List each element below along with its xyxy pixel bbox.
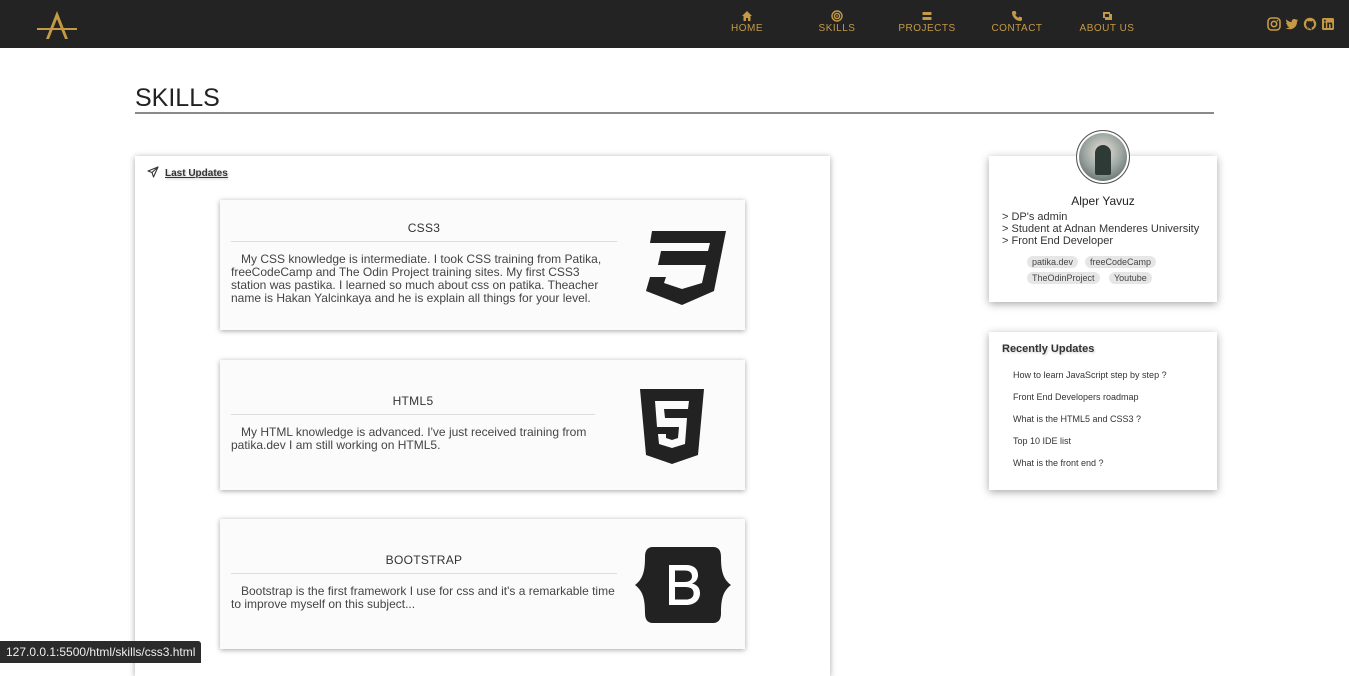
nav-about-us[interactable]: ABOUT US (1062, 10, 1152, 34)
skill-description: My CSS knowledge is intermediate. I took… (231, 252, 602, 305)
skill-title: BOOTSTRAP (231, 553, 617, 574)
skill-card-css3[interactable]: CSS3 My CSS knowledge is intermediate. I… (220, 200, 745, 330)
avatar-figure (1095, 145, 1111, 175)
nav-home-label: HOME (731, 23, 763, 34)
recent-updates-title: Recently Updates (1002, 343, 1095, 355)
nav-contact-label: CONTACT (991, 23, 1043, 34)
twitter-icon[interactable] (1285, 17, 1299, 31)
layers-icon (882, 10, 972, 22)
page-title: SKILLS (135, 84, 220, 112)
recent-update-link[interactable]: What is the front end ? (1013, 458, 1104, 468)
skill-description: Bootstrap is the first framework I use f… (231, 584, 615, 611)
skill-card-bootstrap[interactable]: BOOTSTRAP Bootstrap is the first framewo… (220, 519, 745, 649)
top-navbar: HOME SKILLS PROJECTS CONTACT ABOUT US (0, 0, 1349, 48)
tag-patika[interactable]: patika.dev (1027, 256, 1079, 268)
site-logo[interactable] (36, 9, 78, 41)
recent-update-link[interactable]: What is the HTML5 and CSS3 ? (1013, 414, 1141, 424)
tag-theodinproject[interactable]: TheOdinProject (1027, 272, 1100, 284)
nav-skills[interactable]: SKILLS (792, 10, 882, 34)
profile-line: > DP's admin (1002, 211, 1068, 223)
status-bar-url: 127.0.0.1:5500/html/skills/css3.html (0, 641, 202, 663)
linkedin-icon[interactable] (1321, 17, 1335, 31)
paper-plane-icon (147, 166, 159, 178)
skills-panel: Last Updates CSS3 My CSS knowledge is in… (135, 156, 830, 676)
phone-icon (972, 10, 1062, 22)
nav-skills-label: SKILLS (818, 23, 856, 34)
address-card-icon (1062, 10, 1152, 22)
nav-home[interactable]: HOME (702, 10, 792, 34)
recent-update-link[interactable]: How to learn JavaScript step by step ? (1013, 370, 1167, 380)
profile-line: > Front End Developer (1002, 235, 1113, 247)
bullseye-icon (792, 10, 882, 22)
nav-contact[interactable]: CONTACT (972, 10, 1062, 34)
nav-projects[interactable]: PROJECTS (882, 10, 972, 34)
skill-title: CSS3 (231, 221, 617, 242)
html5-logo (640, 389, 704, 464)
last-updates-link[interactable]: Last Updates (147, 166, 228, 179)
avatar[interactable] (1076, 130, 1130, 184)
recent-update-link[interactable]: Front End Developers roadmap (1013, 392, 1139, 402)
last-updates-label: Last Updates (165, 168, 228, 179)
nav-about-us-label: ABOUT US (1079, 23, 1135, 34)
nav-projects-label: PROJECTS (898, 23, 956, 34)
css3-logo (646, 231, 726, 305)
recent-update-link[interactable]: Top 10 IDE list (1013, 436, 1071, 446)
profile-name: Alper Yavuz (1071, 194, 1135, 208)
profile-line: > Student at Adnan Menderes University (1002, 223, 1200, 235)
github-icon[interactable] (1303, 17, 1317, 31)
tag-youtube[interactable]: Youtube (1109, 272, 1152, 284)
bootstrap-logo (635, 547, 731, 623)
tag-freecodecamp[interactable]: freeCodeCamp (1085, 256, 1157, 268)
skill-description: My HTML knowledge is advanced. I've just… (231, 425, 587, 452)
skill-title: HTML5 (231, 394, 595, 415)
home-icon (702, 10, 792, 22)
skill-card-html5[interactable]: HTML5 My HTML knowledge is advanced. I'v… (220, 360, 745, 490)
instagram-icon[interactable] (1267, 17, 1281, 31)
title-divider (135, 112, 1214, 114)
